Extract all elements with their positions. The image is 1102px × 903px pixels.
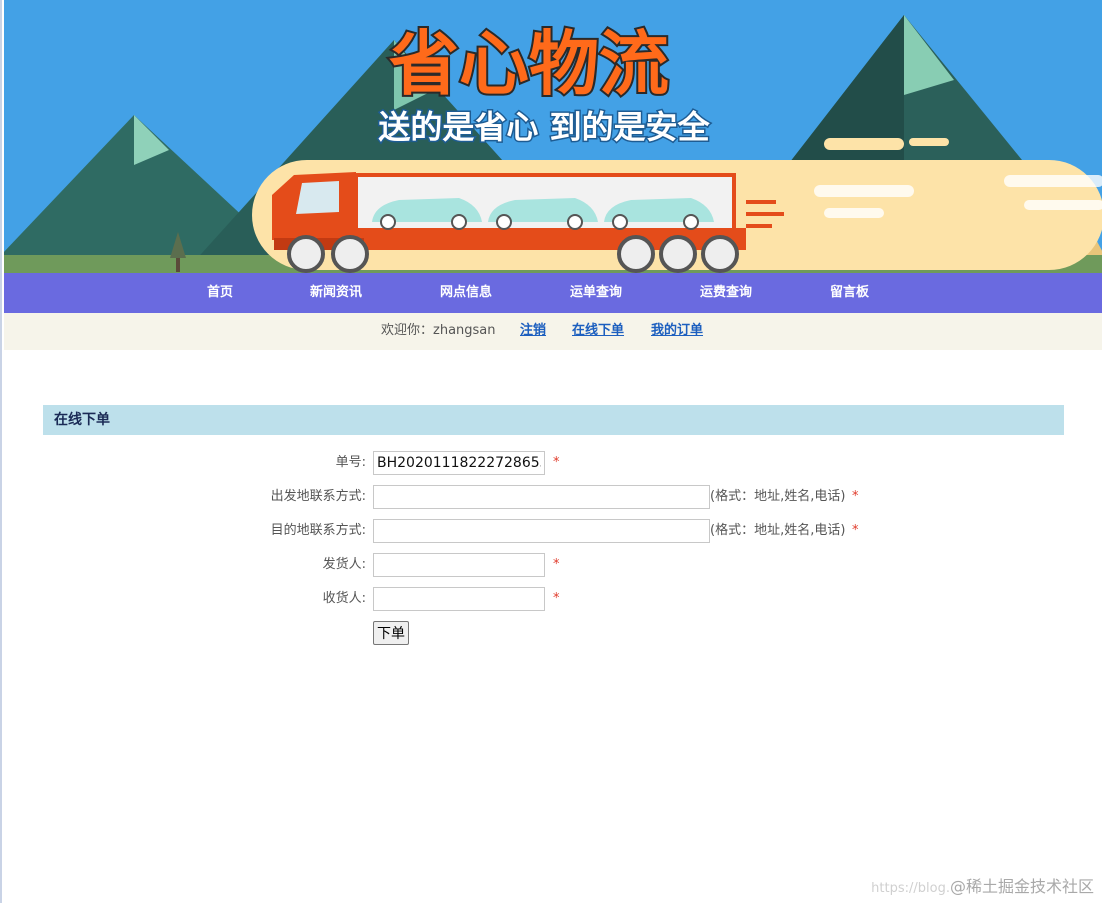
main-nav: 首页 新闻资讯 网点信息 运单查询 运费查询 留言板	[4, 273, 1102, 313]
origin-contact-input[interactable]	[373, 485, 710, 509]
nav-item-outlets[interactable]: 网点信息	[440, 273, 492, 313]
nav-item-freight-query[interactable]: 运费查询	[700, 273, 752, 313]
nav-item-home[interactable]: 首页	[207, 273, 233, 313]
banner-title-art: 省心物流 送的是省心 到的是安全	[377, 21, 712, 148]
order-no-input[interactable]	[373, 451, 545, 475]
logout-link[interactable]: 注销	[520, 313, 546, 350]
required-mark: *	[553, 591, 560, 606]
section-header: 在线下单	[43, 405, 1064, 435]
order-no-label: 单号:	[335, 455, 366, 470]
dest-contact-input[interactable]	[373, 519, 710, 543]
form-row-receiver: 收货人: *	[2, 587, 1102, 613]
form-row-order-no: 单号: *	[2, 451, 1102, 477]
submit-order-button[interactable]: 下单	[373, 621, 409, 645]
form-row-origin-contact: 出发地联系方式: (格式：地址,姓名,电话) *	[2, 485, 1102, 511]
order-online-link[interactable]: 在线下单	[572, 313, 624, 350]
origin-contact-label: 出发地联系方式:	[270, 489, 366, 504]
banner-title: 省心物流	[389, 23, 669, 105]
receiver-label: 收货人:	[322, 591, 366, 606]
watermark-name: @稀土掘金技术社区	[949, 877, 1094, 896]
nav-item-waybill-query[interactable]: 运单查询	[570, 273, 622, 313]
dest-contact-hint: (格式：地址,姓名,电话)	[710, 523, 846, 538]
nav-item-message-board[interactable]: 留言板	[830, 273, 869, 313]
shipper-input[interactable]	[373, 553, 545, 577]
welcome-text: 欢迎你：zhangsan	[381, 323, 496, 338]
watermark: https://blog.@稀土掘金技术社区	[871, 873, 1094, 897]
required-mark: *	[852, 489, 859, 504]
my-orders-link[interactable]: 我的订单	[651, 313, 703, 350]
receiver-input[interactable]	[373, 587, 545, 611]
shipper-label: 发货人:	[322, 557, 366, 572]
user-bar: 欢迎你：zhangsan 注销 在线下单 我的订单	[4, 313, 1102, 350]
banner: 省心物流 送的是省心 到的是安全	[4, 0, 1102, 273]
origin-contact-hint: (格式：地址,姓名,电话)	[710, 489, 846, 504]
page: 省心物流 送的是省心 到的是安全 首页 新闻资讯 网点信息 运单查询 运费查询 …	[0, 0, 1102, 903]
watermark-url: https://blog.	[871, 881, 950, 896]
form-row-shipper: 发货人: *	[2, 553, 1102, 579]
section-title: 在线下单	[54, 412, 110, 428]
banner-slogan: 送的是省心 到的是安全	[378, 108, 710, 146]
nav-item-news[interactable]: 新闻资讯	[310, 273, 362, 313]
form-row-dest-contact: 目的地联系方式: (格式：地址,姓名,电话) *	[2, 519, 1102, 545]
dest-contact-label: 目的地联系方式:	[270, 523, 366, 538]
required-mark: *	[553, 455, 560, 470]
required-mark: *	[553, 557, 560, 572]
required-mark: *	[852, 523, 859, 538]
